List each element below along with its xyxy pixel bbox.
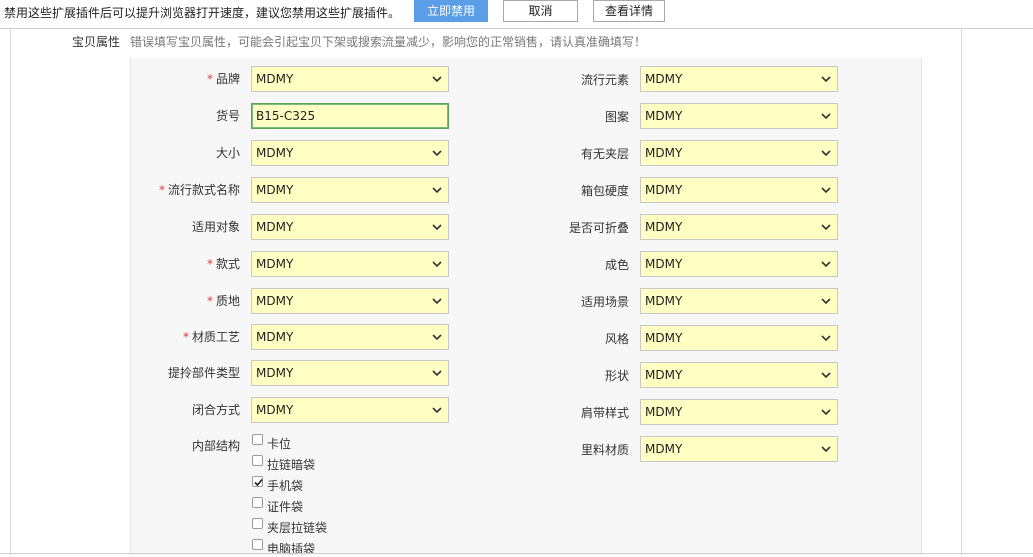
strap-style-select[interactable]: MDMY: [640, 399, 838, 425]
chevron-down-icon: [432, 187, 442, 194]
chevron-down-icon: [432, 261, 442, 268]
field-label-style-right: 风格: [604, 332, 629, 346]
foldable-select[interactable]: MDMY: [640, 214, 838, 240]
chevron-down-icon: [432, 370, 442, 377]
lining-select[interactable]: MDMY: [640, 436, 838, 462]
left-border: [10, 29, 11, 555]
field-label-target: 适用对象: [191, 220, 240, 234]
field-label-occasion: 适用场景: [580, 295, 629, 309]
extension-notice-bar: 禁用这些扩展插件后可以提升浏览器打开速度，建议您禁用这些扩展插件。 立即禁用 取…: [0, 0, 1033, 24]
checkmark-icon: [254, 478, 263, 487]
field-label-lining: 里料材质: [580, 443, 629, 457]
cancel-button[interactable]: 取消: [503, 0, 578, 22]
handle-type-select[interactable]: MDMY: [251, 360, 449, 386]
field-label-item-number: 货号: [215, 109, 240, 123]
field-label-pattern: 图案: [604, 110, 629, 124]
field-label-material-craft: * 材质工艺: [182, 330, 240, 344]
chevron-down-icon: [432, 150, 442, 157]
hardness-select[interactable]: MDMY: [640, 177, 838, 203]
field-label-hardness: 箱包硬度: [580, 184, 629, 198]
chevron-down-icon: [432, 298, 442, 305]
divider: [0, 28, 1033, 29]
chevron-down-icon: [821, 187, 831, 194]
chevron-down-icon: [821, 113, 831, 120]
interlayer-select[interactable]: MDMY: [640, 140, 838, 166]
style-select[interactable]: MDMY: [251, 251, 449, 277]
chevron-down-icon: [821, 335, 831, 342]
chevron-down-icon: [432, 407, 442, 414]
trend-element-select[interactable]: MDMY: [640, 66, 838, 92]
field-label-handle-type: 提拎部件类型: [167, 366, 240, 380]
field-label-closure: 闭合方式: [191, 403, 240, 417]
checkbox-label: 手机袋: [267, 479, 304, 493]
bottom-divider: [0, 553, 1033, 554]
checkbox-zip-compartment[interactable]: [252, 518, 263, 529]
field-label-inner-structure: 内部结构: [191, 439, 240, 453]
checkbox-phone-pocket[interactable]: [252, 476, 263, 487]
notice-text: 禁用这些扩展插件后可以提升浏览器打开速度，建议您禁用这些扩展插件。: [4, 6, 401, 20]
style-name-select[interactable]: MDMY: [251, 177, 449, 203]
brand-select[interactable]: MDMY: [251, 66, 449, 92]
checkbox-label: 电脑插袋: [267, 542, 316, 556]
pattern-select[interactable]: MDMY: [640, 103, 838, 129]
style-right-select[interactable]: MDMY: [640, 325, 838, 351]
checkbox-id-pocket[interactable]: [252, 497, 263, 508]
field-label-interlayer: 有无夹层: [580, 147, 629, 161]
condition-select[interactable]: MDMY: [640, 251, 838, 277]
chevron-down-icon: [821, 224, 831, 231]
chevron-down-icon: [821, 298, 831, 305]
chevron-down-icon: [821, 76, 831, 83]
field-label-brand: * 品牌: [206, 72, 240, 86]
field-label-texture: * 质地: [206, 294, 240, 308]
field-label-shape: 形状: [604, 369, 629, 383]
field-label-strap-style: 肩带样式: [580, 406, 629, 420]
chevron-down-icon: [821, 409, 831, 416]
chevron-down-icon: [432, 334, 442, 341]
view-details-button[interactable]: 查看详情: [593, 0, 665, 22]
item-number-input[interactable]: B15-C325: [251, 103, 449, 129]
closure-select[interactable]: MDMY: [251, 397, 449, 423]
field-label-trend-element: 流行元素: [580, 73, 629, 87]
target-select[interactable]: MDMY: [251, 214, 449, 240]
checkbox-label: 证件袋: [267, 500, 304, 514]
chevron-down-icon: [821, 446, 831, 453]
field-label-size: 大小: [215, 146, 240, 160]
section-hint: 错误填写宝贝属性，可能会引起宝贝下架或搜索流量减少，影响您的正常销售，请认真准确…: [130, 35, 647, 49]
checkbox-label: 卡位: [267, 437, 292, 451]
disable-now-button[interactable]: 立即禁用: [414, 0, 488, 22]
field-label-style-name: * 流行款式名称: [158, 183, 240, 197]
chevron-down-icon: [821, 372, 831, 379]
chevron-down-icon: [821, 261, 831, 268]
checkbox-label: 拉链暗袋: [267, 458, 316, 472]
checkbox-laptop-sleeve[interactable]: [252, 539, 263, 550]
checkbox-label: 夹层拉链袋: [267, 521, 328, 535]
size-select[interactable]: MDMY: [251, 140, 449, 166]
field-label-style: * 款式: [206, 257, 240, 271]
occasion-select[interactable]: MDMY: [640, 288, 838, 314]
field-label-foldable: 是否可折叠: [568, 221, 629, 235]
texture-select[interactable]: MDMY: [251, 288, 449, 314]
chevron-down-icon: [821, 150, 831, 157]
shape-select[interactable]: MDMY: [640, 362, 838, 388]
checkbox-zip-pocket[interactable]: [252, 455, 263, 466]
checkbox-card-slot[interactable]: [252, 434, 263, 445]
section-title: 宝贝属性: [72, 35, 121, 49]
right-border: [961, 29, 962, 555]
chevron-down-icon: [432, 224, 442, 231]
chevron-down-icon: [432, 76, 442, 83]
material-craft-select[interactable]: MDMY: [251, 324, 449, 350]
field-label-condition: 成色: [604, 258, 629, 272]
